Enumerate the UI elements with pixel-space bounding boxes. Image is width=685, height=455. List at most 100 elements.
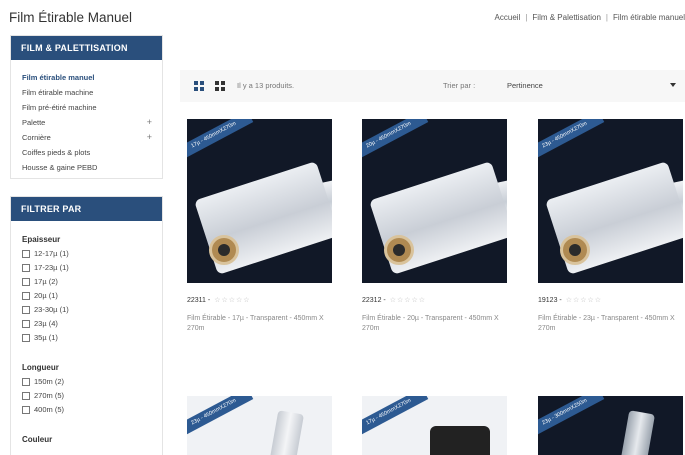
product-image-roll: [430, 426, 490, 455]
breadcrumb-current[interactable]: Film étirable manuel: [613, 13, 685, 22]
product-toolbar: Il y a 13 produits. Trier par : Pertinen…: [180, 70, 685, 102]
product-ribbon: 23µ - 450mmX270m: [187, 396, 254, 438]
checkbox[interactable]: [22, 320, 30, 328]
product-image-roll: [267, 410, 305, 455]
page-title: Film Étirable Manuel: [9, 10, 133, 25]
product-image-core-hole: [393, 244, 405, 256]
product-meta: 22311 - ☆☆☆☆☆: [187, 297, 251, 304]
checkbox[interactable]: [22, 306, 30, 314]
checkbox[interactable]: [22, 406, 30, 414]
rating-stars-icon: ☆☆☆☆☆: [565, 297, 603, 304]
product-name[interactable]: Film Étirable - 23µ - Transparent - 450m…: [538, 314, 683, 334]
filter-group-longueur: Longueur 150m (2) 270m (5) 400m (5): [11, 361, 162, 417]
category-item-label: Film pré-étiré machine: [22, 103, 97, 112]
product-image[interactable]: 20µ - 450mmX270m: [362, 119, 507, 283]
filter-group-title: Longueur: [22, 363, 59, 372]
product-ref: 22312: [362, 297, 382, 304]
filter-option[interactable]: 12-17µ (1): [22, 247, 151, 261]
category-item-palette[interactable]: Palette +: [22, 115, 152, 130]
filter-option[interactable]: 20µ (1): [22, 289, 151, 303]
expand-plus-icon[interactable]: +: [147, 130, 152, 145]
product-ribbon: 23µ - 450mmX270m: [538, 119, 605, 161]
category-item-label: Housse & gaine PEBD: [22, 163, 98, 172]
product-meta: 19123 - ☆☆☆☆☆: [538, 297, 603, 304]
category-item-label: Coiffes pieds & plots: [22, 148, 91, 157]
expand-plus-icon[interactable]: +: [147, 115, 152, 130]
category-panel: FILM & PALETTISATION Film étirable manue…: [10, 35, 163, 179]
filter-option[interactable]: 17-23µ (1): [22, 261, 151, 275]
filter-option[interactable]: 270m (5): [22, 389, 151, 403]
category-item-film-etirable-machine[interactable]: Film étirable machine: [22, 85, 152, 100]
filter-option-label: 270m (5): [34, 391, 65, 400]
filter-group-title: Couleur: [22, 435, 53, 444]
product-meta: 22312 - ☆☆☆☆☆: [362, 297, 427, 304]
product-ref: 22311: [187, 297, 206, 304]
product-image[interactable]: 23µ - 450mmX270m: [187, 396, 332, 455]
category-item-label: Film étirable machine: [22, 88, 94, 97]
product-card[interactable]: 23µ - 300mmX250m: [538, 396, 683, 455]
filter-option[interactable]: 23-30µ (1): [22, 303, 151, 317]
product-image[interactable]: 17µ - 450mmX270m: [187, 119, 332, 283]
breadcrumb: Accueil | Film & Palettisation | Film étirab…: [495, 13, 685, 22]
filter-option[interactable]: 17µ (2): [22, 275, 151, 289]
category-item-corniere[interactable]: Cornière +: [22, 130, 152, 145]
category-item-label: Film étirable manuel: [22, 73, 95, 82]
category-item-film-pre-etire-machine[interactable]: Film pré-étiré machine: [22, 100, 152, 115]
filter-option-label: 17-23µ (1): [34, 263, 69, 272]
category-item-film-etirable-manuel[interactable]: Film étirable manuel: [22, 70, 152, 85]
rating-stars-icon: ☆☆☆☆☆: [389, 297, 427, 304]
chevron-down-icon[interactable]: [670, 83, 676, 87]
filter-option[interactable]: 35µ (1): [22, 331, 151, 345]
breadcrumb-separator: |: [525, 13, 528, 22]
large-grid-view-icon[interactable]: [215, 81, 225, 91]
checkbox[interactable]: [22, 278, 30, 286]
product-ribbon: 23µ - 300mmX250m: [538, 396, 605, 438]
sort-label: Trier par :: [443, 81, 476, 90]
sort-select[interactable]: Pertinence: [507, 81, 543, 90]
filter-option-label: 23-30µ (1): [34, 305, 69, 314]
checkbox[interactable]: [22, 392, 30, 400]
product-image-roll: [618, 410, 656, 455]
filter-group-epaisseur: Epaisseur 12-17µ (1) 17-23µ (1) 17µ (2) …: [11, 233, 162, 345]
product-card[interactable]: 23µ - 450mmX270m: [187, 396, 332, 455]
product-image-core-hole: [218, 244, 230, 256]
category-item-label: Palette: [22, 118, 46, 127]
filter-option-label: 23µ (4): [34, 319, 58, 328]
filter-group-couleur: Couleur: [11, 433, 162, 447]
category-item-coiffes[interactable]: Coiffes pieds & plots: [22, 145, 152, 160]
grid-view-icon[interactable]: [194, 81, 204, 91]
product-name[interactable]: Film Étirable - 20µ - Transparent - 450m…: [362, 314, 507, 334]
breadcrumb-separator: |: [605, 13, 608, 22]
product-ribbon: 17µ - 450mmX270m: [362, 396, 429, 438]
filter-option[interactable]: 400m (5): [22, 403, 151, 417]
filter-option-label: 400m (5): [34, 405, 65, 414]
product-card[interactable]: 17µ - 450mmX270m: [362, 396, 507, 455]
filter-option-label: 150m (2): [34, 377, 65, 386]
category-item-housse[interactable]: Housse & gaine PEBD: [22, 160, 152, 175]
checkbox[interactable]: [22, 292, 30, 300]
filter-option[interactable]: 23µ (4): [22, 317, 151, 331]
category-list: Film étirable manuel Film étirable machi…: [11, 60, 162, 175]
product-ribbon: 20µ - 450mmX270m: [362, 119, 429, 161]
checkbox[interactable]: [22, 250, 30, 258]
product-image[interactable]: 17µ - 450mmX270m: [362, 396, 507, 455]
breadcrumb-category[interactable]: Film & Palettisation: [532, 13, 600, 22]
category-panel-title: FILM & PALETTISATION: [11, 36, 162, 60]
product-name[interactable]: Film Étirable - 17µ - Transparent - 450m…: [187, 314, 332, 334]
filter-panel-title: FILTRER PAR: [11, 197, 162, 221]
filter-panel: FILTRER PAR Epaisseur 12-17µ (1) 17-23µ …: [10, 196, 163, 455]
filter-option-label: 20µ (1): [34, 291, 58, 300]
product-image[interactable]: 23µ - 300mmX250m: [538, 396, 683, 455]
category-item-label: Cornière: [22, 133, 51, 142]
filter-option-label: 17µ (2): [34, 277, 58, 286]
product-ribbon: 17µ - 450mmX270m: [187, 119, 254, 161]
product-count: Il y a 13 produits.: [237, 81, 295, 90]
checkbox[interactable]: [22, 378, 30, 386]
filter-option[interactable]: 150m (2): [22, 375, 151, 389]
checkbox[interactable]: [22, 264, 30, 272]
product-image[interactable]: 23µ - 450mmX270m: [538, 119, 683, 283]
filter-option-label: 12-17µ (1): [34, 249, 69, 258]
checkbox[interactable]: [22, 334, 30, 342]
breadcrumb-home[interactable]: Accueil: [495, 13, 521, 22]
filter-option-label: 35µ (1): [34, 333, 58, 342]
